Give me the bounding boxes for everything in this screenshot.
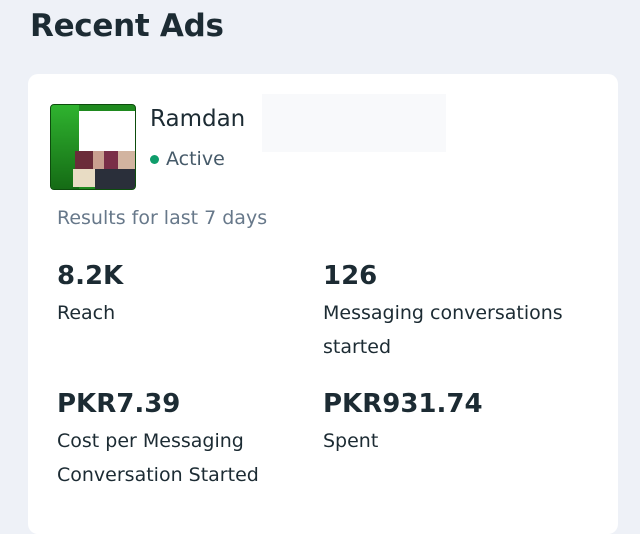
ad-status: Active bbox=[150, 148, 225, 170]
metric-label: Messaging conversations started bbox=[323, 302, 563, 358]
metric-value: PKR7.39 bbox=[57, 389, 181, 419]
metric-label: Cost per Messaging Conversation Started bbox=[57, 430, 259, 486]
metric-label: Spent bbox=[323, 430, 379, 452]
metric-messaging-conversations: 126 Messaging conversations started bbox=[323, 260, 583, 364]
metric-value: PKR931.74 bbox=[323, 389, 483, 419]
metric-value: 126 bbox=[323, 261, 378, 291]
ad-name[interactable]: Ramdan bbox=[150, 106, 245, 132]
redacted-area bbox=[262, 94, 446, 152]
status-dot-icon bbox=[150, 154, 159, 164]
results-period-label: Results for last 7 days bbox=[57, 207, 268, 229]
page-title: Recent Ads bbox=[30, 8, 224, 44]
metric-value: 8.2K bbox=[57, 261, 124, 291]
metric-spent: PKR931.74 Spent bbox=[323, 388, 583, 458]
ad-thumbnail-image[interactable] bbox=[50, 104, 136, 190]
metric-label: Reach bbox=[57, 302, 116, 324]
metric-reach: 8.2K Reach bbox=[57, 260, 317, 330]
status-text: Active bbox=[166, 148, 225, 170]
ad-card[interactable]: Ramdan Active Results for last 7 days 8.… bbox=[28, 74, 618, 534]
metric-cost-per-conversation: PKR7.39 Cost per Messaging Conversation … bbox=[57, 388, 317, 492]
